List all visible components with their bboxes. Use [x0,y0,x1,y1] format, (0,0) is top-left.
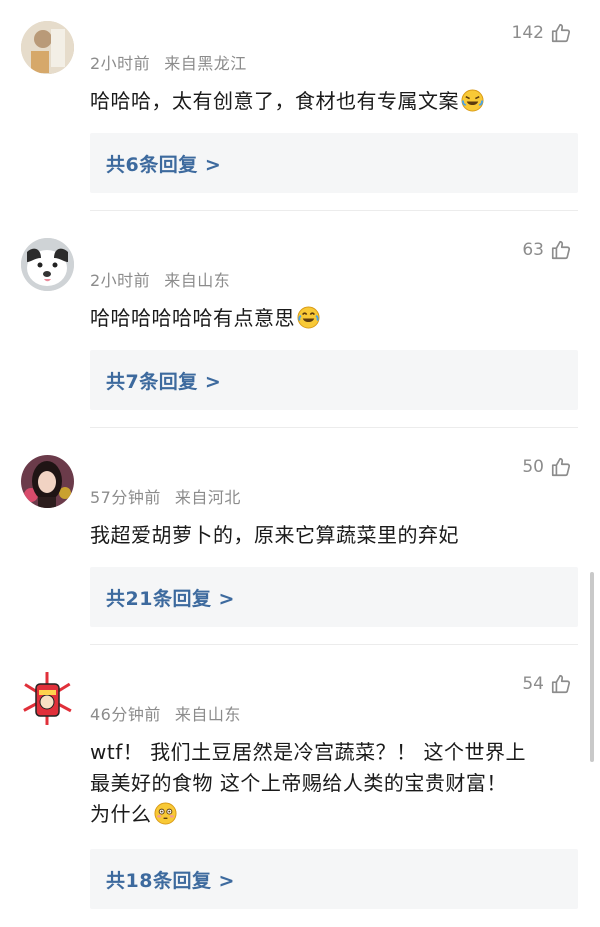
comment-location: 来自河北 [174,488,241,507]
comment-time: 57分钟前 [90,488,161,507]
view-replies-button[interactable]: 共21条回复 > [90,567,578,627]
like-button[interactable]: 63 [522,239,572,261]
like-button[interactable]: 54 [522,673,572,695]
divider [90,427,578,428]
comment-location: 来自山东 [164,271,231,290]
comment-meta: 2小时前 来自山东 [90,267,230,291]
comment-text-line: wtf！ 我们土豆居然是冷宫蔬菜？！ 这个世界上 [90,740,526,764]
like-button[interactable]: 50 [522,456,572,478]
tears-of-joy-emoji-icon [297,306,320,329]
user-avatar[interactable] [21,672,74,725]
divider [90,210,578,211]
comment-text: 哈哈哈哈哈哈有点意思 [90,303,560,334]
comment-text: 哈哈哈，太有创意了，食材也有专属文案 [90,86,560,117]
comment-meta: 46分钟前 来自山东 [90,701,241,725]
view-replies-button[interactable]: 共6条回复 > [90,133,578,193]
like-count: 63 [522,240,544,260]
flushed-emoji-icon [153,802,177,825]
user-avatar[interactable] [21,238,74,291]
comment-meta: 2小时前 来自黑龙江 [90,50,247,74]
thumbs-up-icon [551,457,571,477]
user-avatar[interactable] [21,455,74,508]
thumbs-up-icon [551,23,571,43]
comment-location: 来自黑龙江 [164,54,247,73]
view-replies-button[interactable]: 共18条回复 > [90,849,578,909]
like-button[interactable]: 142 [512,22,572,44]
like-count: 54 [522,674,544,694]
cartoon-avatar-icon [21,672,74,725]
comment-text: wtf！ 我们土豆居然是冷宫蔬菜？！ 这个世界上 最美好的食物 这个上帝赐给人类… [90,737,570,830]
thumbs-up-icon [551,240,571,260]
girl-avatar-icon [21,455,74,508]
view-replies-button[interactable]: 共7条回复 > [90,350,578,410]
user-avatar[interactable] [21,21,74,74]
crying-laughing-emoji-icon [461,89,484,112]
comment-location: 来自山东 [174,705,241,724]
thumbs-up-icon [551,674,571,694]
comment-text-line: 最美好的食物 这个上帝赐给人类的宝贵财富！ [90,771,507,795]
dog-avatar-icon [21,238,74,291]
comment-text-line: 为什么 [90,799,570,830]
comment-time: 2小时前 [90,271,151,290]
photo-avatar-icon [21,21,74,74]
comment-meta: 57分钟前 来自河北 [90,484,241,508]
comment-time: 46分钟前 [90,705,161,724]
like-count: 142 [511,23,544,43]
scrollbar[interactable] [590,572,594,762]
divider [90,644,578,645]
like-count: 50 [522,457,544,477]
comment-text: 我超爱胡萝卜的，原来它算蔬菜里的弃妃 [90,523,459,547]
comment-time: 2小时前 [90,54,151,73]
